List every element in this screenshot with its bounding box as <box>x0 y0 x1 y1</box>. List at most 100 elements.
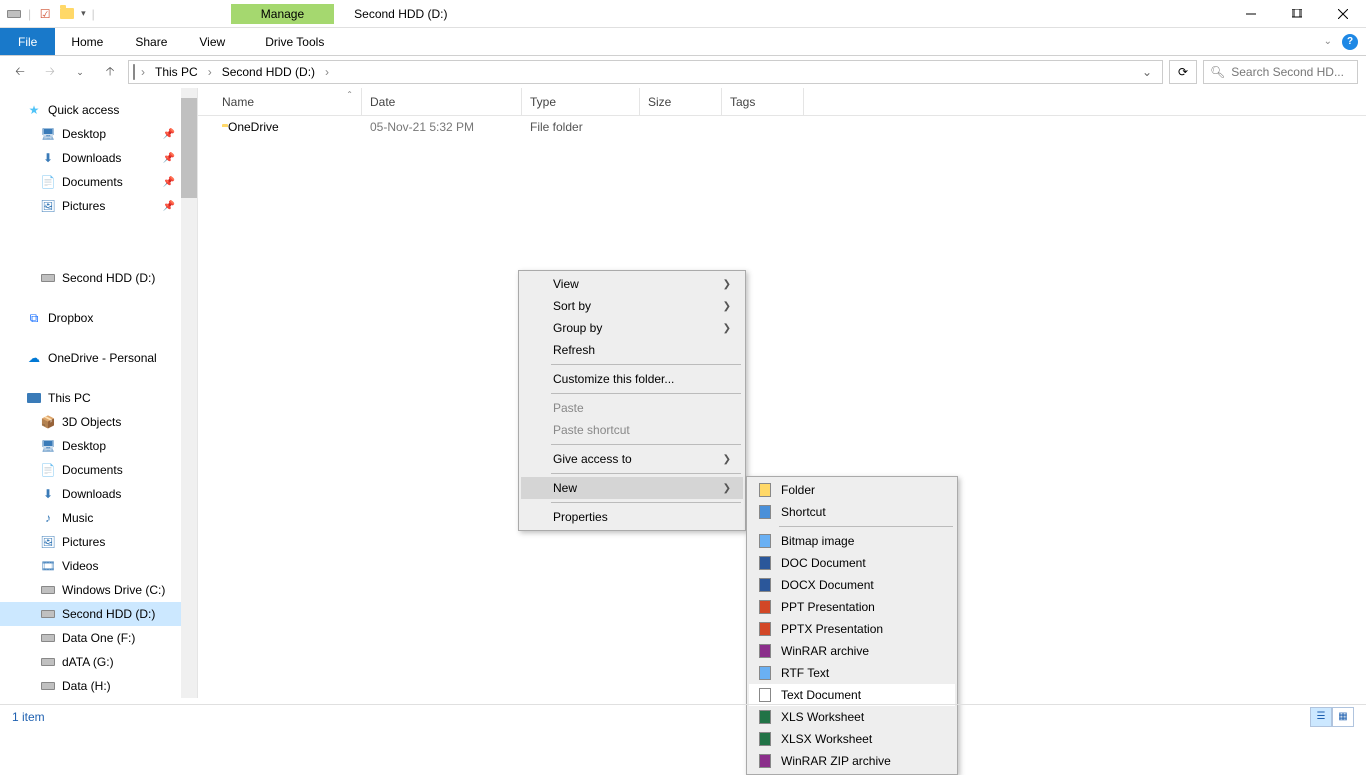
tab-share[interactable]: Share <box>119 28 183 55</box>
recent-dropdown-icon[interactable]: ⌄ <box>68 60 92 84</box>
properties-icon[interactable]: ☑ <box>37 6 53 22</box>
sidebar-item-desktop[interactable]: 🖥Desktop📌 <box>0 122 197 146</box>
navigation-pane: ★Quick access 🖥Desktop📌 ⬇Downloads📌 📄Doc… <box>0 88 198 698</box>
breadcrumb-current[interactable]: Second HDD (D:) <box>218 65 319 79</box>
menu-group-by[interactable]: Group by❯ <box>521 317 743 339</box>
menu-sort-by[interactable]: Sort by❯ <box>521 295 743 317</box>
menu-separator <box>551 364 741 365</box>
new-xlsx-worksheet[interactable]: XLSX Worksheet <box>749 728 955 750</box>
tab-view[interactable]: View <box>183 28 241 55</box>
scrollbar-thumb[interactable] <box>181 98 197 198</box>
address-dropdown-icon[interactable]: ⌄ <box>1136 65 1158 79</box>
file-type-icon <box>757 665 773 681</box>
sidebar-item-data-one-f-[interactable]: Data One (F:) <box>0 626 197 650</box>
sidebar-quick-access[interactable]: ★Quick access <box>0 98 197 122</box>
close-button[interactable] <box>1320 0 1366 28</box>
sidebar-dropbox[interactable]: ⧉Dropbox <box>0 306 197 330</box>
sidebar-item-pictures[interactable]: 🖼Pictures <box>0 530 197 554</box>
thumbnails-view-button[interactable]: ▦ <box>1332 707 1354 727</box>
sort-asc-icon: ⌃ <box>346 90 353 99</box>
contextual-tab-manage[interactable]: Manage <box>231 4 334 24</box>
file-date: 05-Nov-21 5:32 PM <box>362 120 522 134</box>
sidebar-item-second-hdd-qa[interactable]: Second HDD (D:) <box>0 266 197 290</box>
menu-refresh[interactable]: Refresh <box>521 339 743 361</box>
new-winrar-zip-archive[interactable]: WinRAR ZIP archive <box>749 750 955 772</box>
minimize-button[interactable] <box>1228 0 1274 28</box>
maximize-button[interactable] <box>1274 0 1320 28</box>
back-button[interactable]: 🡠 <box>8 60 32 84</box>
drive-icon <box>40 582 56 598</box>
menu-view[interactable]: View❯ <box>521 273 743 295</box>
folder-icon: 🖥 <box>40 438 56 454</box>
file-type-icon <box>757 687 773 703</box>
tab-drive-tools[interactable]: Drive Tools <box>249 28 340 55</box>
sidebar-item-desktop[interactable]: 🖥Desktop <box>0 434 197 458</box>
column-type[interactable]: Type <box>522 88 640 115</box>
search-input[interactable]: 🔍︎ Search Second HD... <box>1203 60 1358 84</box>
refresh-button[interactable]: ⟳ <box>1169 60 1197 84</box>
folder-icon[interactable] <box>59 6 75 22</box>
new-shortcut[interactable]: Shortcut <box>749 501 955 523</box>
sidebar-item-3d-objects[interactable]: 📦3D Objects <box>0 410 197 434</box>
forward-button[interactable]: 🡢 <box>38 60 62 84</box>
sidebar-item-documents[interactable]: 📄Documents📌 <box>0 170 197 194</box>
folder-icon: ⬇ <box>40 486 56 502</box>
tab-home[interactable]: Home <box>55 28 119 55</box>
breadcrumb-this-pc[interactable]: This PC <box>151 65 202 79</box>
new-doc-document[interactable]: DOC Document <box>749 552 955 574</box>
details-view-button[interactable]: ☰ <box>1310 707 1332 727</box>
up-button[interactable]: 🡡 <box>98 60 122 84</box>
quick-access-toolbar: | ☑ ▾ | <box>0 6 101 22</box>
qat-dropdown-icon[interactable]: ▾ <box>81 8 86 19</box>
sidebar-onedrive[interactable]: ☁OneDrive - Personal <box>0 346 197 370</box>
new-pptx-presentation[interactable]: PPTX Presentation <box>749 618 955 640</box>
sidebar-item-data-g-[interactable]: dATA (G:) <box>0 650 197 674</box>
help-icon[interactable]: ? <box>1342 34 1358 50</box>
new-bitmap-image[interactable]: Bitmap image <box>749 530 955 552</box>
context-menu: View❯ Sort by❯ Group by❯ Refresh Customi… <box>518 270 746 531</box>
sidebar-item-data-h-[interactable]: Data (H:) <box>0 674 197 698</box>
new-ppt-presentation[interactable]: PPT Presentation <box>749 596 955 618</box>
drive-icon <box>6 6 22 22</box>
file-name: OneDrive <box>228 120 279 134</box>
chevron-right-icon[interactable]: › <box>206 65 214 79</box>
menu-properties[interactable]: Properties <box>521 506 743 528</box>
sidebar-item-second-hdd-d-[interactable]: Second HDD (D:) <box>0 602 197 626</box>
sidebar-item-downloads[interactable]: ⬇Downloads <box>0 482 197 506</box>
menu-separator <box>551 444 741 445</box>
sidebar-item-downloads[interactable]: ⬇Downloads📌 <box>0 146 197 170</box>
menu-give-access[interactable]: Give access to❯ <box>521 448 743 470</box>
chevron-right-icon[interactable]: › <box>139 65 147 79</box>
column-size[interactable]: Size <box>640 88 722 115</box>
search-placeholder: Search Second HD... <box>1231 65 1344 79</box>
pin-icon: 📌 <box>163 177 175 188</box>
sidebar-item-windows-drive-c-[interactable]: Windows Drive (C:) <box>0 578 197 602</box>
folder-icon: 📦 <box>40 414 56 430</box>
file-type-icon <box>757 599 773 615</box>
column-name[interactable]: Name⌃ <box>214 88 362 115</box>
file-row[interactable]: OneDrive 05-Nov-21 5:32 PM File folder <box>198 116 1366 138</box>
folder-icon: 📄 <box>40 462 56 478</box>
sidebar-this-pc[interactable]: This PC <box>0 386 197 410</box>
menu-paste-shortcut: Paste shortcut <box>521 419 743 441</box>
menu-new[interactable]: New❯ <box>521 477 743 499</box>
sidebar-item-music[interactable]: ♪Music <box>0 506 197 530</box>
sidebar-scrollbar[interactable] <box>181 88 197 698</box>
column-tags[interactable]: Tags <box>722 88 804 115</box>
column-date[interactable]: Date <box>362 88 522 115</box>
new-folder[interactable]: Folder <box>749 479 955 501</box>
sidebar-item-videos[interactable]: 🎞Videos <box>0 554 197 578</box>
sidebar-item-pictures[interactable]: 🖼Pictures📌 <box>0 194 197 218</box>
menu-customize[interactable]: Customize this folder... <box>521 368 743 390</box>
pin-icon: 📌 <box>163 153 175 164</box>
address-bar[interactable]: › This PC › Second HDD (D:) › ⌄ <box>128 60 1163 84</box>
sidebar-item-documents[interactable]: 📄Documents <box>0 458 197 482</box>
new-rtf-text[interactable]: RTF Text <box>749 662 955 684</box>
star-icon: ★ <box>26 102 42 118</box>
new-docx-document[interactable]: DOCX Document <box>749 574 955 596</box>
new-winrar-archive[interactable]: WinRAR archive <box>749 640 955 662</box>
chevron-right-icon[interactable]: › <box>323 65 331 79</box>
tab-file[interactable]: File <box>0 28 55 55</box>
new-text-document[interactable]: Text Document <box>749 684 955 706</box>
ribbon-expand-icon[interactable]: ⌄ <box>1324 36 1332 47</box>
